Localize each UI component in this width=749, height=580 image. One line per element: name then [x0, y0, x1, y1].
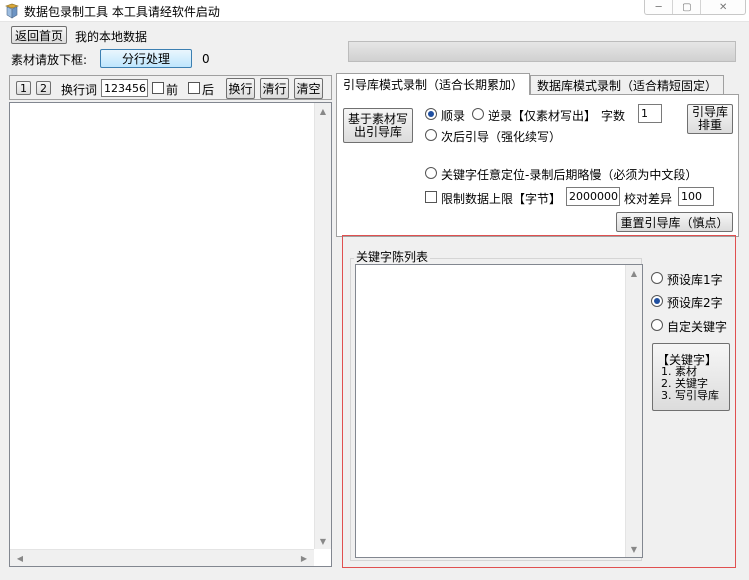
close-button[interactable]: ✕ — [701, 0, 745, 14]
diff-input[interactable]: 100 — [678, 187, 714, 206]
next-guide-radio[interactable] — [425, 129, 437, 141]
app-icon — [5, 3, 19, 19]
maximize-icon: ▢ — [682, 1, 692, 13]
preset-1-radio[interactable] — [651, 272, 663, 284]
vertical-scrollbar[interactable]: ▲ ▼ — [314, 103, 331, 549]
guide-dedupe-button[interactable]: 引导库 排重 — [687, 104, 733, 134]
scroll-down-icon[interactable]: ▼ — [315, 535, 331, 547]
back-checkbox[interactable] — [188, 82, 200, 94]
material-textarea[interactable]: ▲ ▼ ◀ ▶ — [9, 102, 332, 567]
custom-keyword-radio[interactable] — [651, 319, 663, 331]
chars-label: 字数 — [601, 109, 626, 123]
custom-keyword-label: 自定关键字 — [667, 320, 728, 334]
back-home-button[interactable]: 返回首页 — [11, 26, 67, 44]
chars-input[interactable]: 1 — [638, 104, 662, 123]
keyword-info-step3: 3. 写引导库 — [661, 389, 719, 402]
window-title: 数据包录制工具 本工具请经软件启动 — [24, 5, 220, 19]
minimize-icon: ─ — [655, 1, 662, 13]
reverse-radio[interactable] — [472, 108, 484, 120]
keyword-steps-button[interactable]: 【关键字】 1. 素材 2. 关键字 3. 写引导库 — [652, 343, 730, 411]
diff-label: 校对差异 — [624, 192, 673, 206]
tab-guide-mode[interactable]: 引导库模式录制（适合长期累加） — [336, 73, 531, 95]
tab-database-mode[interactable]: 数据库模式录制（适合精短固定） — [530, 75, 725, 95]
keyword-position-radio[interactable] — [425, 167, 437, 179]
scroll-up-icon[interactable]: ▲ — [315, 105, 331, 117]
line-count: 0 — [202, 52, 210, 66]
next-guide-label: 次后引导（强化续写） — [441, 130, 562, 144]
split-process-button[interactable]: 分行处理 — [100, 49, 192, 68]
reverse-label: 逆录【仅素材写出】 — [488, 109, 597, 123]
horizontal-scrollbar[interactable]: ◀ ▶ — [10, 549, 314, 566]
mode-2-button[interactable]: 2 — [36, 81, 51, 95]
newline-button[interactable]: 换行 — [226, 78, 255, 99]
material-write-line1: 基于素材写 — [347, 111, 408, 126]
preset-1-label: 预设库1字 — [667, 273, 723, 287]
keyword-scroll-down-icon[interactable]: ▼ — [626, 543, 642, 555]
limit-data-input[interactable]: 2000000 — [566, 187, 620, 206]
limit-data-checkbox[interactable] — [425, 191, 437, 203]
limit-data-label: 限制数据上限【字节】 — [441, 192, 562, 206]
front-label: 前 — [166, 83, 179, 97]
clear-line-button[interactable]: 清行 — [260, 78, 289, 99]
scroll-left-icon[interactable]: ◀ — [14, 552, 26, 564]
scroll-right-icon[interactable]: ▶ — [298, 552, 310, 564]
keyword-list-title: 关键字陈列表 — [354, 248, 431, 265]
window-controls: ─ ▢ ✕ — [644, 0, 746, 15]
preset-2-radio[interactable] — [651, 295, 663, 307]
progress-bar — [348, 41, 736, 62]
preset-2-label: 预设库2字 — [667, 296, 723, 310]
close-icon: ✕ — [719, 1, 728, 13]
mode-1-button[interactable]: 1 — [16, 81, 31, 95]
keyword-position-label: 关键字任意定位-录制后期略慢（必须为中文段） — [441, 168, 698, 182]
newline-word-input[interactable]: 123456 — [101, 79, 148, 97]
material-label: 素材请放下框: — [11, 53, 88, 67]
keyword-list-scrollbar[interactable]: ▲ ▼ — [625, 265, 642, 557]
material-write-line2: 出引导库 — [353, 124, 402, 139]
my-local-data-link[interactable]: 我的本地数据 — [75, 28, 147, 45]
newline-word-label: 换行词 — [61, 83, 98, 97]
material-write-guide-button[interactable]: 基于素材写 出引导库 — [343, 108, 413, 143]
sequential-label: 顺录 — [441, 109, 466, 123]
maximize-button[interactable]: ▢ — [673, 0, 702, 14]
keyword-scroll-up-icon[interactable]: ▲ — [626, 267, 642, 279]
clear-all-button[interactable]: 清空 — [294, 78, 323, 99]
reset-guide-button[interactable]: 重置引导库（慎点） — [616, 212, 733, 232]
minimize-button[interactable]: ─ — [645, 0, 674, 14]
back-label: 后 — [202, 83, 215, 97]
sequential-radio[interactable] — [425, 108, 437, 120]
keyword-list[interactable]: ▲ ▼ — [355, 264, 643, 558]
guide-dedupe-line2: 排重 — [697, 118, 722, 132]
front-checkbox[interactable] — [152, 82, 164, 94]
